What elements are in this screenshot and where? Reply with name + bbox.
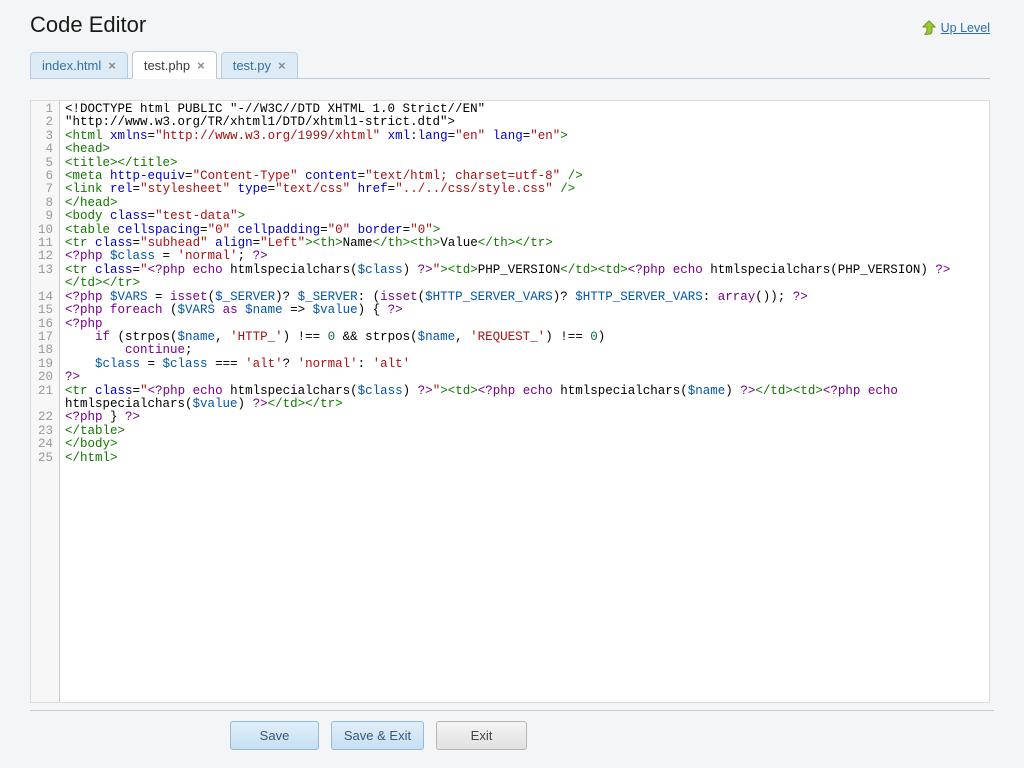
line-number: 17 <box>31 331 60 344</box>
code-text: <?php <box>60 318 989 331</box>
code-text: $class = $class === 'alt'? 'normal': 'al… <box>60 358 989 371</box>
code-text: <title></title> <box>60 157 989 170</box>
line-number: 19 <box>31 358 60 371</box>
line-number: 4 <box>31 143 60 156</box>
line-number: 20 <box>31 371 60 384</box>
code-line: 19 $class = $class === 'alt'? 'normal': … <box>31 358 989 371</box>
line-number: 14 <box>31 291 60 304</box>
exit-button[interactable]: Exit <box>436 721 527 750</box>
code-line: 16 <?php <box>31 318 989 331</box>
line-number: 2 <box>31 116 60 129</box>
line-number: 22 <box>31 411 60 424</box>
code-line: 25 </html> <box>31 452 989 465</box>
code-text: <?php } ?> <box>60 411 989 424</box>
code-line: 13 <tr class="<?php echo htmlspecialchar… <box>31 264 989 291</box>
code-line: 14 <?php $VARS = isset($_SERVER)? $_SERV… <box>31 291 989 304</box>
code-text: <head> <box>60 143 989 156</box>
code-line: 5 <title></title> <box>31 157 989 170</box>
code-text: continue; <box>60 344 989 357</box>
code-line: 24 </body> <box>31 438 989 451</box>
code-text: </head> <box>60 197 989 210</box>
tab-index.html[interactable]: index.html × <box>30 52 128 79</box>
footer-divider <box>30 710 994 711</box>
line-number: 1 <box>31 103 60 116</box>
line-number: 9 <box>31 210 60 223</box>
code-line: 12 <?php $class = 'normal'; ?> <box>31 250 989 263</box>
code-line: 8 </head> <box>31 197 989 210</box>
line-number: 7 <box>31 183 60 196</box>
tab-bar: index.html × test.php × test.py × <box>30 51 990 79</box>
code-line: 10 <table cellspacing="0" cellpadding="0… <box>31 224 989 237</box>
code-line: 18 continue; <box>31 344 989 357</box>
line-number: 12 <box>31 250 60 263</box>
code-text: <tr class="<?php echo htmlspecialchars($… <box>60 264 989 291</box>
code-text: <?php $class = 'normal'; ?> <box>60 250 989 263</box>
code-line: 3 <html xmlns="http://www.w3.org/1999/xh… <box>31 130 989 143</box>
line-number: 15 <box>31 304 60 317</box>
line-number: 24 <box>31 438 60 451</box>
code-line: 22 <?php } ?> <box>31 411 989 424</box>
code-text: <table cellspacing="0" cellpadding="0" b… <box>60 224 989 237</box>
code-lines[interactable]: 1 <!DOCTYPE html PUBLIC "-//W3C//DTD XHT… <box>31 103 989 702</box>
up-level-link[interactable]: Up Level <box>922 20 990 35</box>
line-number: 16 <box>31 318 60 331</box>
tab-close-icon[interactable]: × <box>197 59 205 72</box>
save-button[interactable]: Save <box>230 721 319 750</box>
code-line: 21 <tr class="<?php echo htmlspecialchar… <box>31 385 989 412</box>
code-line: 2 "http://www.w3.org/TR/xhtml1/DTD/xhtml… <box>31 116 989 129</box>
code-line: 1 <!DOCTYPE html PUBLIC "-//W3C//DTD XHT… <box>31 103 989 116</box>
tab-label: test.php <box>144 58 190 73</box>
code-line: 7 <link rel="stylesheet" type="text/css"… <box>31 183 989 196</box>
code-text: </table> <box>60 425 989 438</box>
line-number: 21 <box>31 385 60 412</box>
tab-close-icon[interactable]: × <box>108 59 116 72</box>
line-number: 25 <box>31 452 60 465</box>
code-text: </html> <box>60 452 989 465</box>
code-text: <tr class="<?php echo htmlspecialchars($… <box>60 385 989 412</box>
line-number: 5 <box>31 157 60 170</box>
code-text: <?php foreach ($VARS as $name => $value)… <box>60 304 989 317</box>
code-line: 17 if (strpos($name, 'HTTP_') !== 0 && s… <box>31 331 989 344</box>
code-text: <?php $VARS = isset($_SERVER)? $_SERVER:… <box>60 291 989 304</box>
line-number: 11 <box>31 237 60 250</box>
code-text: </body> <box>60 438 989 451</box>
code-text: "http://www.w3.org/TR/xhtml1/DTD/xhtml1-… <box>60 116 989 129</box>
code-editor[interactable]: 1 <!DOCTYPE html PUBLIC "-//W3C//DTD XHT… <box>30 100 990 703</box>
tab-test.php[interactable]: test.php × <box>132 51 217 79</box>
code-text: <!DOCTYPE html PUBLIC "-//W3C//DTD XHTML… <box>60 103 989 116</box>
code-text: <html xmlns="http://www.w3.org/1999/xhtm… <box>60 130 989 143</box>
page-title: Code Editor <box>30 12 146 38</box>
line-number: 13 <box>31 264 60 291</box>
tab-close-icon[interactable]: × <box>278 59 286 72</box>
tab-label: index.html <box>42 58 101 73</box>
code-line: 23 </table> <box>31 425 989 438</box>
tab-label: test.py <box>233 58 271 73</box>
line-number: 3 <box>31 130 60 143</box>
code-line: 11 <tr class="subhead" align="Left"><th>… <box>31 237 989 250</box>
code-text: <tr class="subhead" align="Left"><th>Nam… <box>60 237 989 250</box>
code-text: ?> <box>60 371 989 384</box>
code-line: 15 <?php foreach ($VARS as $name => $val… <box>31 304 989 317</box>
up-level-icon <box>922 20 936 35</box>
line-number: 6 <box>31 170 60 183</box>
code-text: <body class="test-data"> <box>60 210 989 223</box>
code-line: 4 <head> <box>31 143 989 156</box>
footer-buttons: Save Save & Exit Exit <box>230 721 527 750</box>
code-text: if (strpos($name, 'HTTP_') !== 0 && strp… <box>60 331 989 344</box>
code-line: 20 ?> <box>31 371 989 384</box>
code-line: 6 <meta http-equiv="Content-Type" conten… <box>31 170 989 183</box>
line-number: 10 <box>31 224 60 237</box>
up-level-label: Up Level <box>941 21 990 35</box>
save-exit-button[interactable]: Save & Exit <box>331 721 424 750</box>
line-number: 18 <box>31 344 60 357</box>
line-number: 8 <box>31 197 60 210</box>
code-line: 9 <body class="test-data"> <box>31 210 989 223</box>
code-text: <link rel="stylesheet" type="text/css" h… <box>60 183 989 196</box>
code-text: <meta http-equiv="Content-Type" content=… <box>60 170 989 183</box>
line-number: 23 <box>31 425 60 438</box>
tab-test.py[interactable]: test.py × <box>221 52 298 79</box>
